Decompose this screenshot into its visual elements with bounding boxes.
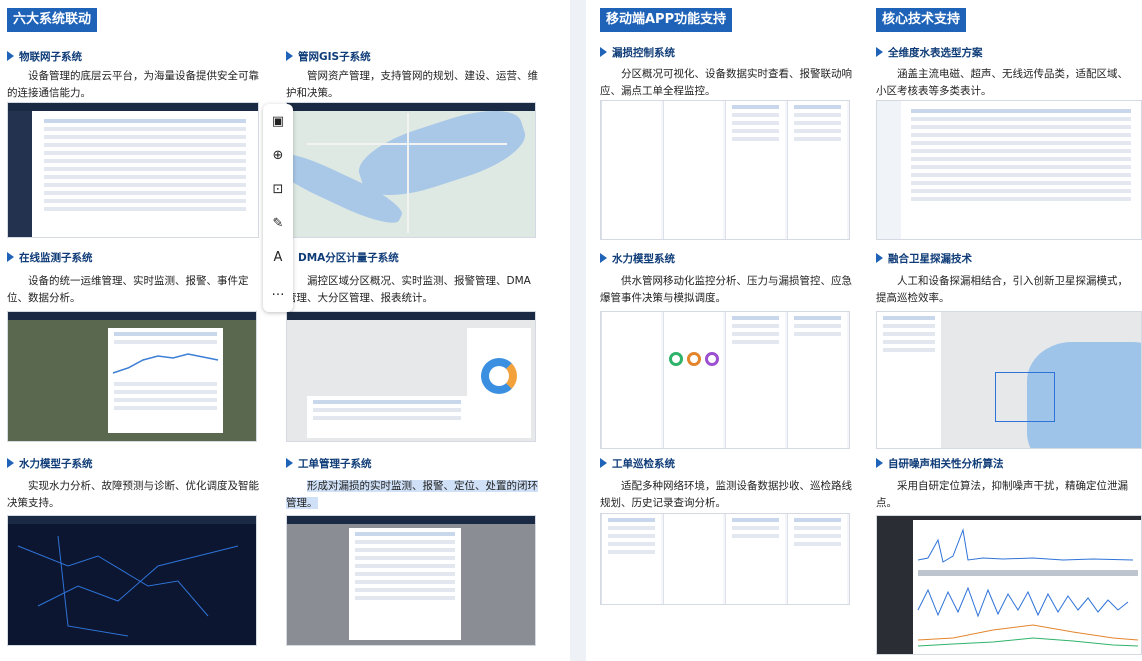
desc-workorder: 形成对漏损的实时监测、报警、定位、处置的闭环管理。 bbox=[286, 480, 538, 509]
image-search-icon[interactable]: ⊡ bbox=[268, 180, 288, 200]
desc-hydraulic: 实现水力分析、故障预测与诊断、优化调度及智能决策支持。 bbox=[7, 480, 259, 509]
subtitle-leak-control: 漏损控制系统 bbox=[600, 45, 675, 60]
subtitle-satellite: 融合卫星探漏技术 bbox=[876, 251, 972, 266]
screenshot-hydraulic-app bbox=[600, 311, 850, 449]
triangle-icon bbox=[7, 252, 14, 262]
desc-leak-control: 分区概况可视化、设备数据实时查看、报警联动响应、漏点工单全程监控。 bbox=[600, 68, 852, 97]
desc-iot: 设备管理的底层云平台，为海量设备提供安全可靠的连接通信能力。 bbox=[7, 70, 259, 99]
subtitle-workorder: 工单管理子系统 bbox=[286, 456, 372, 471]
desc-hydraulic-app: 供水管网移动化监控分析、压力与漏损管控、应急爆管事件决策与模拟调度。 bbox=[600, 275, 852, 304]
zoom-in-icon[interactable]: ⊕ bbox=[268, 146, 288, 166]
image-edit-icon[interactable]: ✎ bbox=[268, 214, 288, 234]
image-icon[interactable]: ▣ bbox=[268, 112, 288, 132]
more-icon[interactable]: … bbox=[268, 282, 288, 302]
screenshot-dma bbox=[286, 311, 536, 442]
subtitle-dma: DMA分区计量子系统 bbox=[286, 250, 399, 265]
screenshot-hydraulic bbox=[7, 515, 257, 646]
subtitle-noise-algorithm: 自研噪声相关性分析算法 bbox=[876, 456, 1004, 471]
floating-toolbar: ▣ ⊕ ⊡ ✎ A … bbox=[263, 104, 293, 312]
triangle-icon bbox=[876, 458, 883, 468]
desc-dma: 漏控区域分区概况、实时监测、报警管理、DMA管理、大分区管理、报表统计。 bbox=[286, 275, 531, 304]
screenshot-gis-map bbox=[286, 102, 536, 238]
triangle-icon bbox=[876, 253, 883, 263]
panel-gap bbox=[570, 0, 586, 661]
subtitle-hydraulic: 水力模型子系统 bbox=[7, 456, 93, 471]
triangle-icon bbox=[600, 47, 607, 57]
subtitle-inspection: 工单巡检系统 bbox=[600, 456, 675, 471]
left-panel: 六大系统联动 物联网子系统 设备管理的底层云平台，为海量设备提供安全可靠的连接通… bbox=[0, 0, 570, 661]
triangle-icon bbox=[600, 458, 607, 468]
triangle-icon bbox=[7, 458, 14, 468]
desc-inspection: 适配多种网络环境，监测设备数据抄收、巡检路线规划、历史记录查询分析。 bbox=[600, 480, 852, 509]
screenshot-inspection-app bbox=[600, 513, 850, 605]
triangle-icon bbox=[7, 51, 14, 61]
section-title-systems: 六大系统联动 bbox=[7, 8, 98, 32]
text-select-icon[interactable]: A bbox=[268, 248, 288, 268]
section-title-mobile: 移动端APP功能支持 bbox=[600, 8, 733, 32]
subtitle-meter-selection: 全维度水表选型方案 bbox=[876, 45, 983, 60]
screenshot-monitor bbox=[7, 311, 257, 442]
subtitle-monitor: 在线监测子系统 bbox=[7, 250, 93, 265]
subtitle-iot: 物联网子系统 bbox=[7, 49, 82, 64]
triangle-icon bbox=[876, 47, 883, 57]
triangle-icon bbox=[286, 51, 293, 61]
desc-meter-selection: 涵盖主流电磁、超声、无线远传品类，适配区域、小区考核表等多类表计。 bbox=[876, 68, 1128, 97]
screenshot-leak-control-app bbox=[600, 100, 850, 240]
screenshot-meter-selection bbox=[876, 100, 1142, 240]
subtitle-hydraulic-app: 水力模型系统 bbox=[600, 251, 675, 266]
triangle-icon bbox=[600, 253, 607, 263]
triangle-icon bbox=[286, 458, 293, 468]
screenshot-noise-analysis bbox=[876, 515, 1142, 655]
screenshot-satellite bbox=[876, 311, 1142, 449]
screenshot-iot bbox=[7, 102, 259, 238]
section-title-core-tech: 核心技术支持 bbox=[876, 8, 967, 32]
desc-satellite: 人工和设备探漏相结合，引入创新卫星探漏模式，提高巡检效率。 bbox=[876, 275, 1128, 304]
screenshot-workorder bbox=[286, 515, 536, 646]
desc-noise-algorithm: 采用自研定位算法，抑制噪声干扰，精确定位泄漏点。 bbox=[876, 480, 1128, 509]
right-panel: 移动端APP功能支持 漏损控制系统 分区概况可视化、设备数据实时查看、报警联动响… bbox=[586, 0, 1142, 661]
desc-gis: 管网资产管理，支持管网的规划、建设、运营、维护和决策。 bbox=[286, 70, 538, 99]
subtitle-gis: 管网GIS子系统 bbox=[286, 49, 371, 64]
desc-monitor: 设备的统一运维管理、实时监测、报警、事件定位、数据分析。 bbox=[7, 275, 249, 304]
